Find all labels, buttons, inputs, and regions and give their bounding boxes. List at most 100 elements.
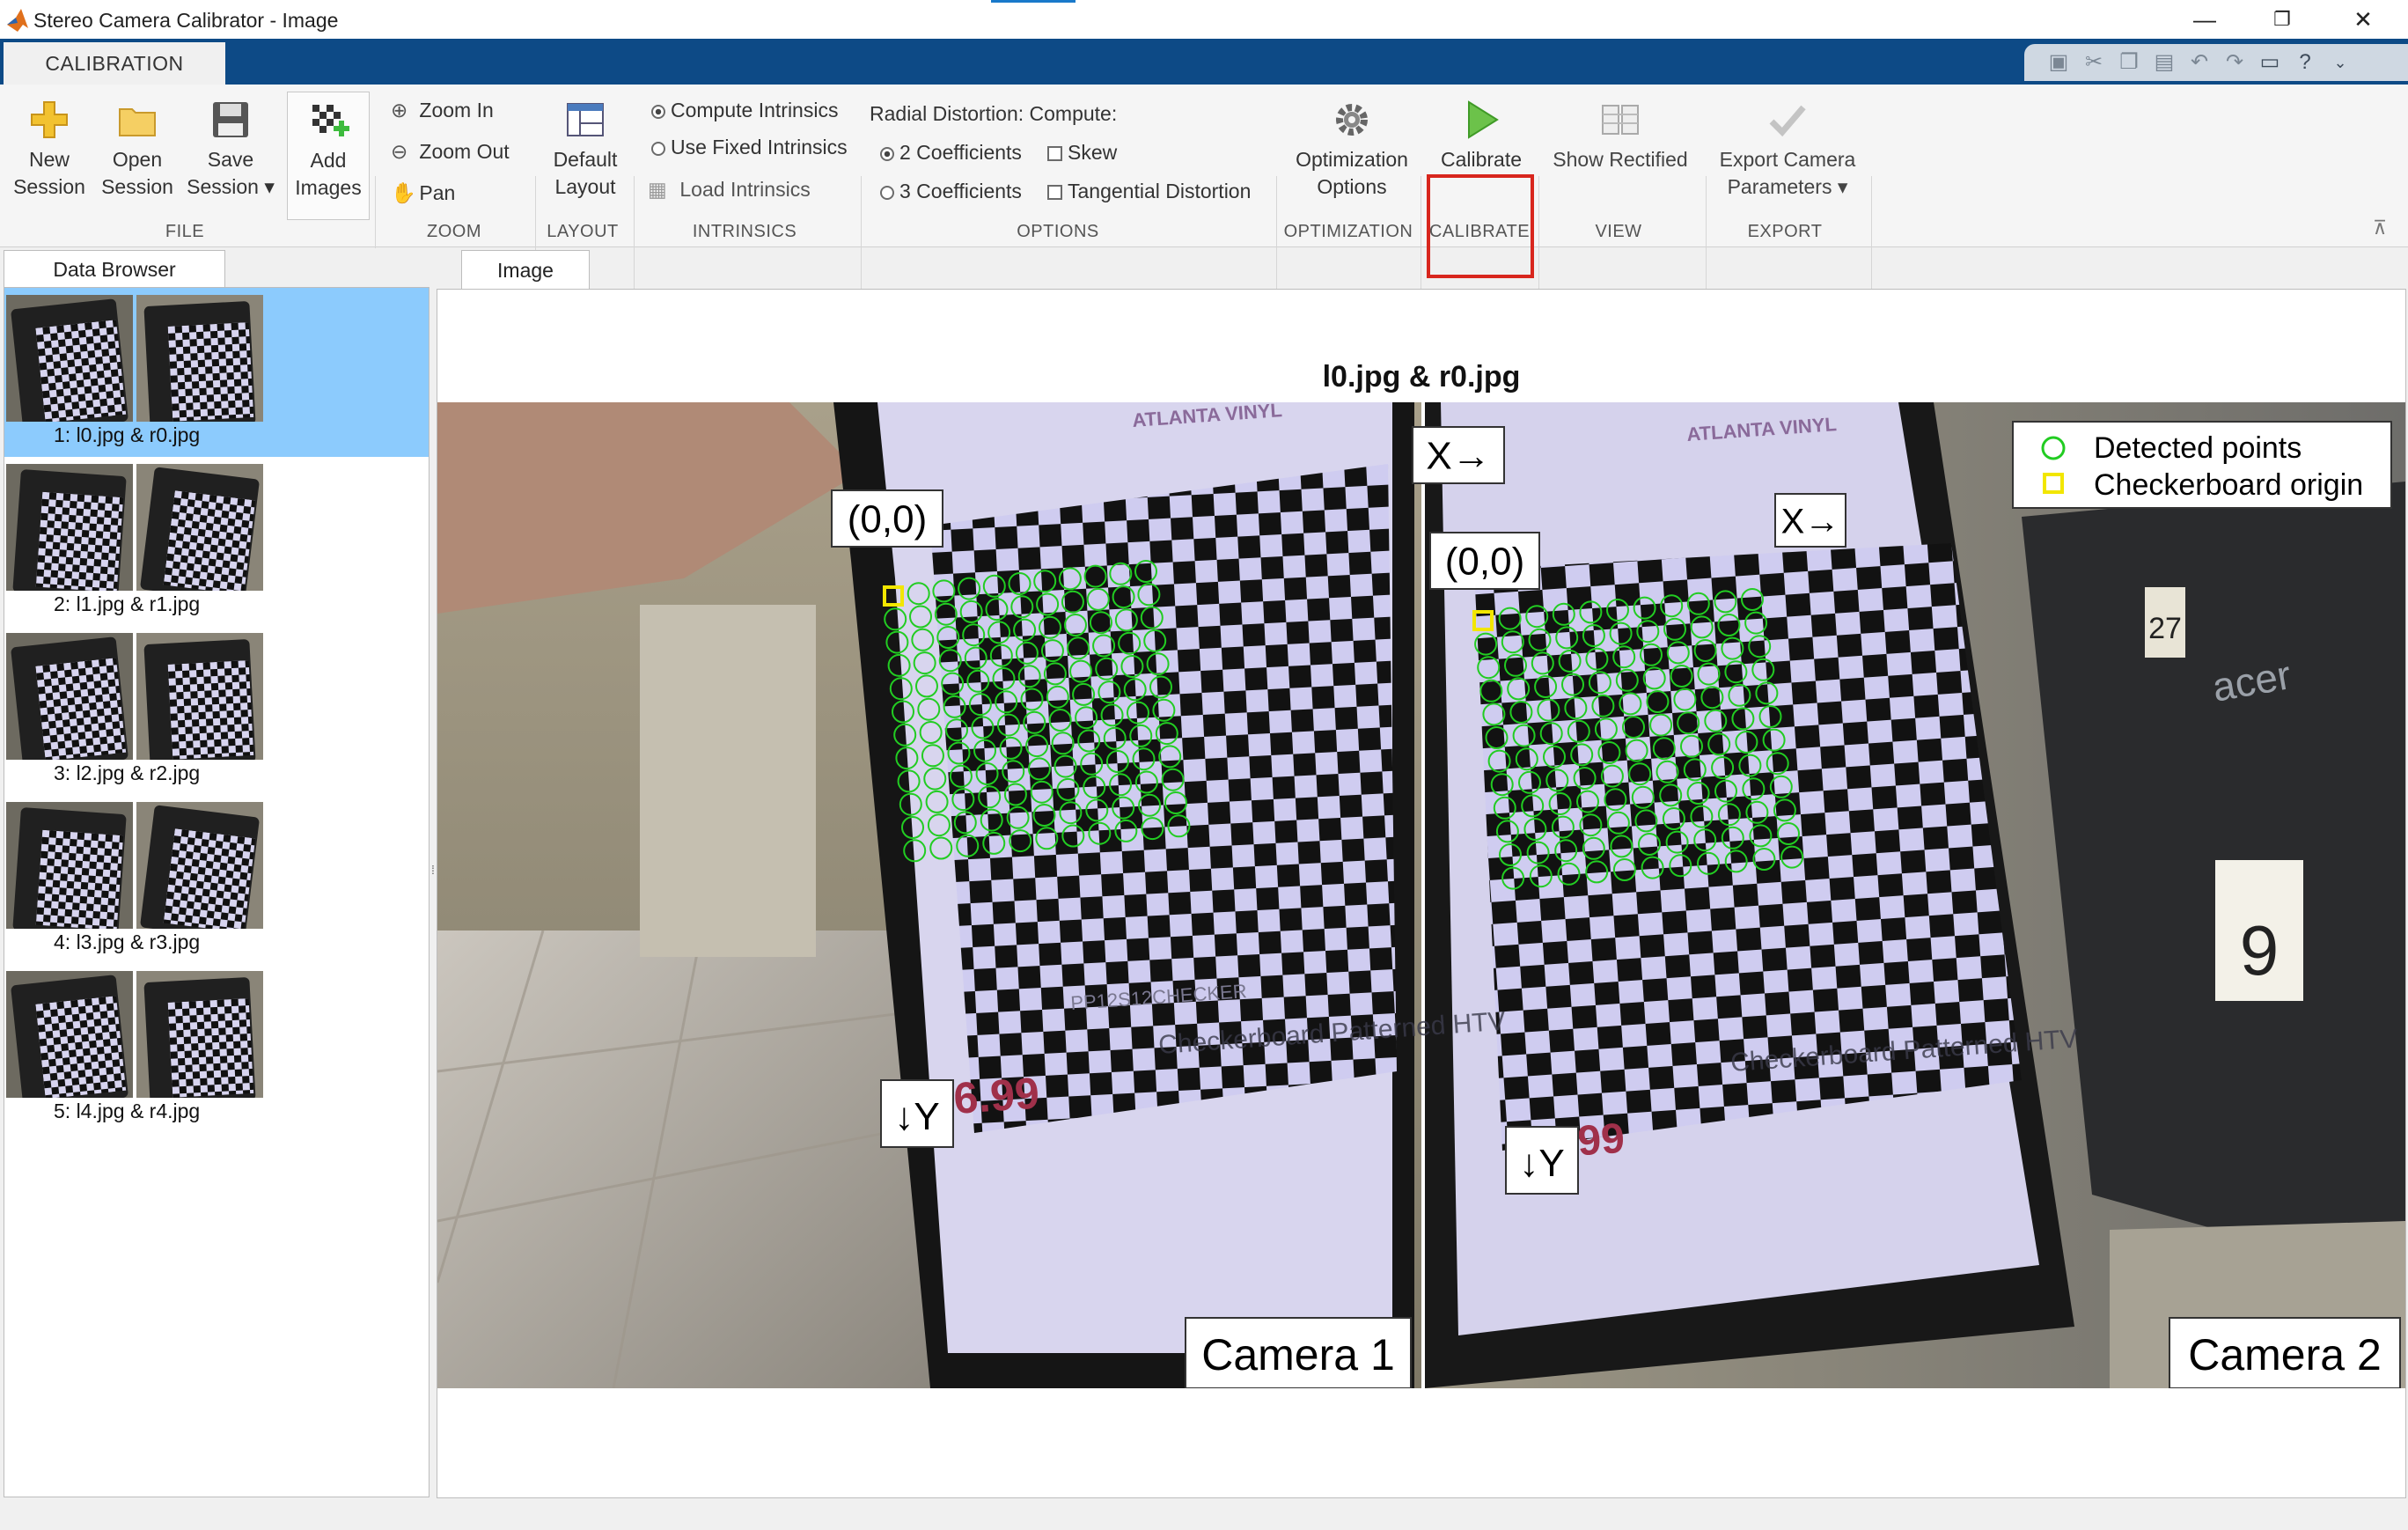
- load-intrinsics-label: Load Intrinsics: [679, 178, 811, 201]
- zoom-in-icon: ⊕: [391, 99, 408, 121]
- zoom-in-button[interactable]: ⊕ Zoom In: [391, 99, 494, 122]
- camera2-x-axis-label: X→: [1781, 502, 1840, 541]
- save-session-label-2: Session ▾: [187, 175, 275, 198]
- image-pair-item[interactable]: 1: l0.jpg & r0.jpg: [4, 288, 429, 457]
- collapse-ribbon-icon[interactable]: ⌄: [2327, 49, 2353, 76]
- image-pair-item[interactable]: 4: l3.jpg & r3.jpg: [4, 795, 429, 964]
- play-icon: [1468, 100, 1499, 139]
- legend-detected-label: Detected points: [2094, 431, 2302, 465]
- undo-icon[interactable]: ↶: [2186, 49, 2213, 76]
- save-session-button[interactable]: Save Session ▾: [181, 99, 280, 201]
- data-browser-panel: Data Browser 1: l0.jpg & r0.jpg 2: l1.jpg…: [0, 248, 431, 1498]
- sign-9-text: 9: [2240, 911, 2280, 989]
- load-intrinsics-button[interactable]: ▦ Load Intrinsics: [648, 178, 811, 202]
- use-fixed-intrinsics-radio-icon: [651, 142, 665, 156]
- tangential-checkbox-box: [1047, 185, 1062, 200]
- image-panel: Image l0.jpg & r0.jpg Checkerboard Patte…: [437, 248, 2408, 1498]
- data-browser-tab[interactable]: Data Browser: [4, 250, 225, 288]
- rectified-pair-icon: [1602, 105, 1639, 135]
- left-thumbnail: [6, 464, 133, 591]
- window-title: Stereo Camera Calibrator - Image: [33, 9, 339, 32]
- load-intrinsics-icon: ▦: [648, 178, 667, 201]
- layout-grid-icon: [567, 103, 604, 136]
- compute-intrinsics-radio[interactable]: Compute Intrinsics: [651, 99, 838, 122]
- image-pair-item[interactable]: 2: l1.jpg & r1.jpg: [4, 457, 429, 626]
- legend-origin-label: Checkerboard origin: [2094, 468, 2363, 502]
- collapse-toolstrip-icon[interactable]: ⊼: [2373, 217, 2387, 239]
- export-camera-parameters-button[interactable]: Export Camera Parameters ▾: [1711, 99, 1864, 201]
- skew-checkbox[interactable]: Skew: [1047, 141, 1117, 165]
- export-group-label: EXPORT: [1747, 222, 1823, 241]
- default-layout-button[interactable]: Default Layout: [539, 99, 632, 201]
- add-images-label-1: Add: [310, 149, 347, 172]
- image-display-area: l0.jpg & r0.jpg Checkerboard Patterned H…: [437, 289, 2406, 1498]
- three-coefficients-label: 3 Coefficients: [899, 180, 1022, 202]
- image-pair-item[interactable]: 5: l4.jpg & r4.jpg: [4, 964, 429, 1133]
- left-thumbnail: [6, 802, 133, 929]
- zoom-out-icon: ⊖: [391, 140, 408, 163]
- three-coefficients-radio[interactable]: 3 Coefficients: [880, 180, 1022, 203]
- minimize-button[interactable]: —: [2165, 2, 2244, 37]
- floppy-disk-icon: [213, 102, 248, 137]
- options-group-label: OPTIONS: [1017, 222, 1099, 241]
- compute-intrinsics-radio-icon: [651, 105, 665, 119]
- paste-icon[interactable]: ▤: [2151, 49, 2177, 76]
- open-session-label-1: Open: [112, 148, 163, 171]
- two-coefficients-radio[interactable]: 2 Coefficients: [880, 141, 1022, 165]
- camera2-y-axis-label: ↓Y: [1519, 1142, 1564, 1185]
- sign-27-text: 27: [2148, 612, 2182, 645]
- new-session-plus-icon: [31, 101, 68, 138]
- export-label-1: Export Camera: [1719, 148, 1856, 171]
- restore-button[interactable]: ❐: [2243, 2, 2322, 37]
- save-icon[interactable]: ▣: [2045, 49, 2072, 76]
- three-coefficients-radio-icon: [880, 186, 894, 200]
- camera2-label: Camera 2: [2188, 1330, 2382, 1379]
- pan-button[interactable]: ✋ Pan: [391, 181, 455, 205]
- title-accent: [991, 0, 1076, 3]
- cut-icon[interactable]: ✂: [2081, 49, 2107, 76]
- camera1-image: [437, 402, 1425, 1388]
- right-thumbnail: [136, 295, 263, 422]
- tangential-label: Tangential Distortion: [1068, 180, 1252, 202]
- tab-calibration[interactable]: CALIBRATION: [4, 42, 225, 85]
- data-browser-list: 1: l0.jpg & r0.jpg 2: l1.jpg & r1.jpg 3: l…: [4, 287, 429, 1497]
- splitter-handle[interactable]: ⁞: [431, 863, 435, 877]
- right-thumbnail: [136, 802, 263, 929]
- gear-icon: [1336, 104, 1368, 136]
- folder-icon: [119, 108, 156, 136]
- camera1-label: Camera 1: [1201, 1330, 1395, 1379]
- tangential-distortion-checkbox[interactable]: Tangential Distortion: [1047, 180, 1251, 203]
- open-session-label-2: Session: [101, 175, 173, 198]
- radial-distortion-label: Radial Distortion: Compute:: [870, 102, 1118, 125]
- copy-icon[interactable]: ❐: [2116, 49, 2142, 76]
- optimization-options-button[interactable]: Optimization Options: [1281, 99, 1422, 201]
- add-images-button[interactable]: Add Images: [287, 92, 370, 220]
- layout-icon[interactable]: ▭: [2257, 49, 2283, 76]
- open-session-button[interactable]: Open Session: [93, 99, 181, 201]
- intrinsics-group-label: INTRINSICS: [692, 222, 797, 241]
- close-button[interactable]: ✕: [2324, 2, 2403, 37]
- camera2-image: [1425, 402, 2405, 1388]
- title-bar: Stereo Camera Calibrator - Image — ❐ ✕: [0, 0, 2408, 39]
- camera1-x-axis-label: X→: [1426, 434, 1490, 477]
- image-pair-label: 5: l4.jpg & r4.jpg: [54, 1100, 201, 1122]
- image-tab[interactable]: Image: [461, 250, 590, 290]
- calibrate-group-label: CALIBRATE: [1428, 222, 1531, 241]
- zoom-out-button[interactable]: ⊖ Zoom Out: [391, 140, 510, 164]
- help-icon[interactable]: ?: [2292, 49, 2318, 76]
- add-images-checkerboard-icon: [312, 105, 349, 136]
- stereo-image-pair: Checkerboard Patterned HTV$6.99PP12S12CH…: [437, 402, 2405, 1388]
- calibrate-button[interactable]: Calibrate: [1429, 99, 1533, 173]
- show-rectified-button[interactable]: Show Rectified: [1545, 99, 1695, 173]
- new-session-button[interactable]: New Session: [5, 99, 93, 201]
- redo-icon[interactable]: ↷: [2221, 49, 2248, 76]
- left-thumbnail: [6, 633, 133, 760]
- image-pair-item[interactable]: 3: l2.jpg & r2.jpg: [4, 626, 429, 795]
- export-label-2: Parameters ▾: [1727, 175, 1848, 198]
- new-session-label-1: New: [28, 148, 70, 171]
- figure-title: l0.jpg & r0.jpg: [1322, 360, 1521, 394]
- view-group-label: VIEW: [1595, 222, 1642, 241]
- image-pair-label: 4: l3.jpg & r3.jpg: [54, 931, 201, 953]
- calibrate-label: Calibrate: [1440, 148, 1523, 171]
- use-fixed-intrinsics-radio[interactable]: Use Fixed Intrinsics: [651, 136, 848, 159]
